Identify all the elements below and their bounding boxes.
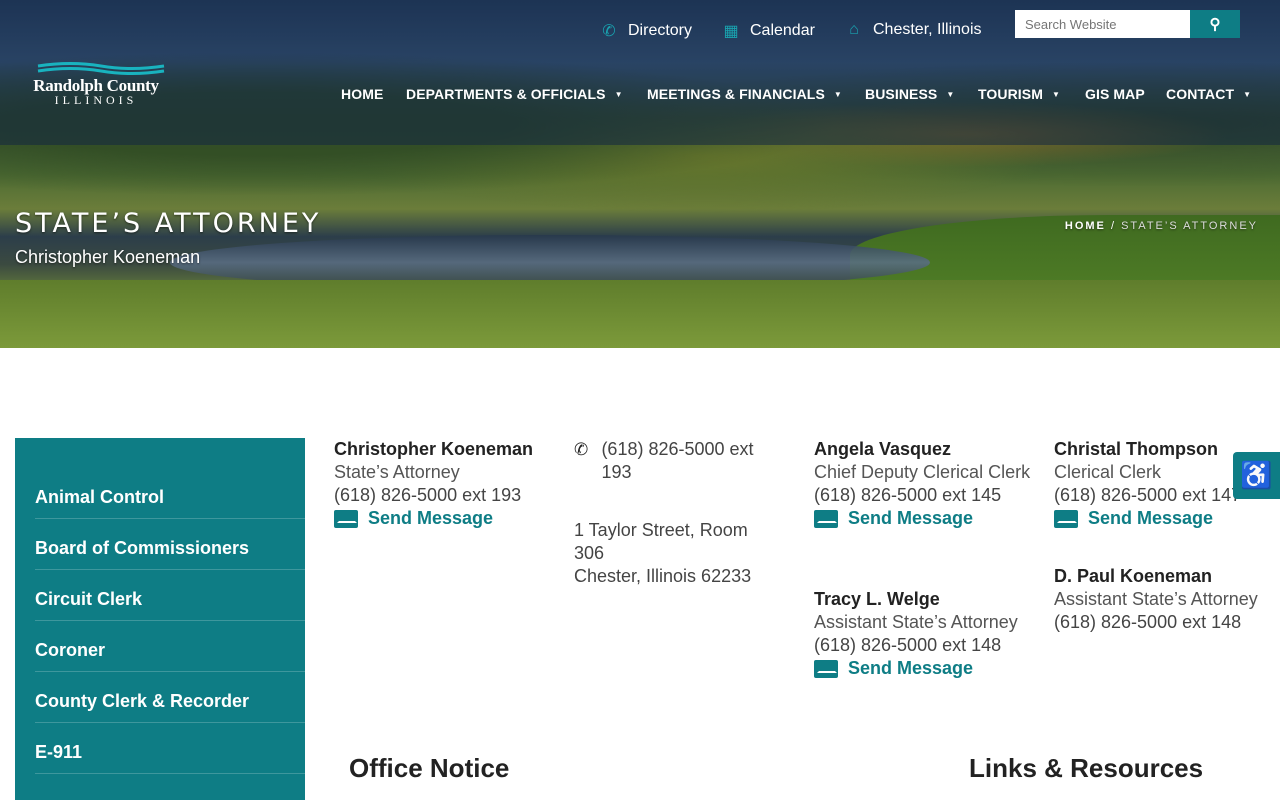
- staff-phone: (618) 826-5000 ext 148: [814, 635, 1002, 655]
- caret-down-icon: ▼: [833, 89, 842, 99]
- sidebar-item-county-clerk[interactable]: County Clerk & Recorder: [35, 672, 305, 723]
- staff-name: Angela Vasquez: [814, 439, 952, 459]
- breadcrumb-current: STATE’S ATTORNEY: [1121, 220, 1258, 232]
- nav-tourism-label: TOURISM: [978, 86, 1043, 102]
- nav-contact-label: CONTACT: [1166, 86, 1235, 102]
- phone-icon: ✆: [602, 23, 616, 40]
- staff-vasquez: Angela Vasquez Chief Deputy Clerical Cle…: [814, 438, 1034, 530]
- send-message-label: Send Message: [848, 508, 974, 528]
- search-form: ⚲: [1015, 10, 1240, 38]
- nav-gis-label: GIS MAP: [1085, 86, 1145, 102]
- breadcrumb-sep: /: [1110, 220, 1116, 232]
- staff-phone: (618) 826-5000 ext 145: [814, 485, 1002, 505]
- caret-down-icon: ▼: [946, 89, 955, 99]
- search-input[interactable]: [1015, 10, 1190, 38]
- accessibility-button[interactable]: ♿: [1233, 452, 1280, 499]
- send-message-link[interactable]: Send Message: [814, 657, 1039, 680]
- staff-koeneman: Christopher Koeneman State’s Attorney (6…: [334, 438, 564, 530]
- nav-business-label: BUSINESS: [865, 86, 938, 102]
- nav-home-label: HOME: [341, 86, 384, 102]
- staff-name: D. Paul Koeneman: [1054, 566, 1213, 586]
- search-icon: ⚲: [1209, 16, 1221, 33]
- send-message-label: Send Message: [368, 508, 494, 528]
- staff-role: Assistant State’s Attorney: [1054, 589, 1258, 609]
- office-address2: Chester, Illinois 62233: [574, 566, 752, 586]
- phone-icon: ✆: [574, 440, 589, 459]
- nav-tourism[interactable]: TOURISM ▼: [978, 86, 1060, 102]
- sidebar-item-circuit-clerk[interactable]: Circuit Clerk: [35, 570, 305, 621]
- nav-business[interactable]: BUSINESS ▼: [865, 86, 954, 102]
- staff-dpaul: D. Paul Koeneman Assistant State’s Attor…: [1054, 565, 1280, 634]
- hero-banner: Randolph County ILLINOIS ✆ Directory ▦ C…: [0, 0, 1280, 348]
- envelope-icon: [814, 509, 838, 528]
- page-title: STATE’S ATTORNEY: [15, 208, 322, 239]
- sidebar-item-animal-control[interactable]: Animal Control: [35, 468, 305, 519]
- logo-state: ILLINOIS: [54, 93, 138, 107]
- nav-home[interactable]: HOME: [341, 86, 383, 102]
- courthouse-icon: ⌂: [849, 21, 859, 38]
- util-location[interactable]: ⌂ Chester, Illinois: [845, 21, 982, 39]
- breadcrumb-home[interactable]: HOME: [1065, 220, 1106, 232]
- nav-meetings-label: MEETINGS & FINANCIALS: [647, 86, 825, 102]
- site-logo[interactable]: Randolph County ILLINOIS: [16, 60, 176, 110]
- util-calendar-label: Calendar: [750, 22, 815, 39]
- hero-grass: [0, 280, 1280, 348]
- office-notice-heading: Office Notice: [349, 753, 510, 783]
- util-calendar[interactable]: ▦ Calendar: [722, 21, 815, 41]
- envelope-icon: [334, 509, 358, 528]
- staff-welge: Tracy L. Welge Assistant State’s Attorne…: [814, 588, 1039, 680]
- sidebar-nav: Animal Control Board of Commissioners Ci…: [15, 438, 305, 800]
- send-message-link[interactable]: Send Message: [814, 507, 1034, 530]
- nav-meetings[interactable]: MEETINGS & FINANCIALS ▼: [647, 86, 842, 102]
- page-subtitle: Christopher Koeneman: [15, 247, 201, 267]
- breadcrumb: HOME / STATE’S ATTORNEY: [1065, 220, 1258, 232]
- staff-role: Assistant State’s Attorney: [814, 612, 1018, 632]
- nav-contact[interactable]: CONTACT ▼: [1166, 86, 1251, 102]
- caret-down-icon: ▼: [614, 89, 623, 99]
- office-address1: 1 Taylor Street, Room 306: [574, 520, 748, 563]
- office-contact: ✆ (618) 826-5000 ext 193 1 Taylor Street…: [574, 438, 774, 588]
- links-resources-heading: Links & Resources: [969, 753, 1204, 783]
- accessibility-icon: ♿: [1240, 460, 1273, 490]
- caret-down-icon: ▼: [1052, 89, 1061, 99]
- nav-gis-map[interactable]: GIS MAP: [1085, 86, 1145, 102]
- sidebar-item-coroner[interactable]: Coroner: [35, 621, 305, 672]
- staff-role: Chief Deputy Clerical Clerk: [814, 462, 1031, 482]
- util-location-label: Chester, Illinois: [873, 21, 982, 38]
- send-message-link[interactable]: Send Message: [334, 507, 564, 530]
- sidebar-item-e911[interactable]: E-911: [35, 723, 305, 774]
- calendar-icon: ▦: [723, 23, 739, 40]
- staff-name: Tracy L. Welge: [814, 589, 940, 609]
- sidebar-item-board[interactable]: Board of Commissioners: [35, 519, 305, 570]
- send-message-label: Send Message: [1088, 508, 1214, 528]
- office-phone[interactable]: (618) 826-5000 ext 193: [601, 438, 774, 484]
- staff-phone: (618) 826-5000 ext 193: [334, 485, 522, 505]
- util-directory-label: Directory: [628, 22, 693, 39]
- nav-departments-label: DEPARTMENTS & OFFICIALS: [406, 86, 606, 102]
- staff-role: State’s Attorney: [334, 462, 460, 482]
- envelope-icon: [814, 659, 838, 678]
- office-phone-row: ✆ (618) 826-5000 ext 193: [574, 438, 774, 484]
- staff-name: Christopher Koeneman: [334, 439, 534, 459]
- util-directory[interactable]: ✆ Directory: [600, 21, 692, 41]
- envelope-icon: [1054, 509, 1078, 528]
- caret-down-icon: ▼: [1243, 89, 1252, 99]
- nav-departments[interactable]: DEPARTMENTS & OFFICIALS ▼: [406, 86, 623, 102]
- logo-waves-icon: [37, 62, 165, 75]
- staff-phone: (618) 826-5000 ext 148: [1054, 612, 1242, 632]
- search-button[interactable]: ⚲: [1190, 10, 1240, 38]
- send-message-link[interactable]: Send Message: [1054, 507, 1280, 530]
- send-message-label: Send Message: [848, 658, 974, 678]
